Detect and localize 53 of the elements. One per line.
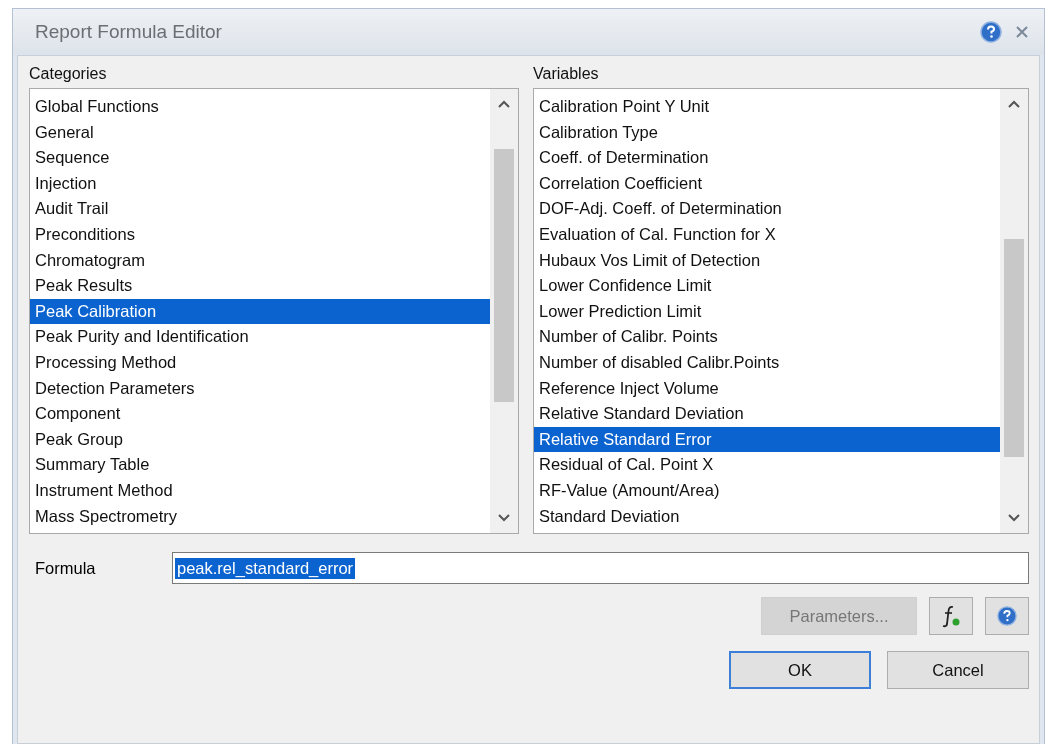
formula-field[interactable]: peak.rel_standard_error: [172, 552, 1029, 584]
list-item[interactable]: Relative Standard Error: [534, 426, 1000, 453]
list-item[interactable]: Evaluation of Cal. Function for X: [534, 221, 1000, 248]
list-item[interactable]: Standard Deviation: [534, 503, 1000, 530]
list-item[interactable]: Lower Prediction Limit: [534, 298, 1000, 325]
list-item[interactable]: Peak Group: [30, 426, 491, 453]
function-button[interactable]: [929, 597, 973, 635]
list-item[interactable]: Peak Purity and Identification: [30, 324, 491, 350]
list-label: Categories: [29, 64, 108, 84]
list-item[interactable]: Sequence: [30, 145, 491, 171]
list-item[interactable]: DOF-Adj. Coeff. of Determination: [534, 196, 1000, 222]
scroll-down-icon[interactable]: [497, 513, 512, 523]
list-item[interactable]: Audit Trail: [30, 196, 491, 222]
scrollbar-thumb[interactable]: [494, 149, 515, 402]
list-item[interactable]: Residual of Cal. Point X: [534, 452, 1000, 478]
list-item[interactable]: Number of disabled Calibr.Points: [534, 349, 1000, 376]
ok-button[interactable]: OK: [729, 651, 871, 689]
list-item[interactable]: Chromatogram: [30, 247, 491, 274]
help-icon: [997, 606, 1017, 626]
list-item[interactable]: Number of Calibr. Points: [534, 324, 1000, 350]
list-item[interactable]: Global Functions: [30, 94, 491, 120]
scroll-up-icon[interactable]: [1007, 99, 1021, 109]
formula-label: Formula: [34, 558, 97, 578]
list-item[interactable]: Reference Inject Volume: [534, 375, 1000, 402]
list-item[interactable]: General: [30, 119, 491, 146]
list-item[interactable]: Relative Standard Deviation: [534, 401, 1000, 427]
list-item[interactable]: Summary Table: [30, 452, 491, 478]
list-item[interactable]: Coeff. of Determination: [534, 145, 1000, 171]
list-label: Variables: [533, 64, 600, 84]
scroll-down-icon[interactable]: [1007, 513, 1021, 523]
list-item[interactable]: Preconditions: [30, 221, 491, 248]
cancel-button[interactable]: Cancel: [887, 651, 1029, 689]
window-title: Report Formula Editor: [35, 21, 223, 43]
list-item[interactable]: Lower Confidence Limit: [534, 273, 1000, 299]
scroll-up-icon[interactable]: [497, 99, 512, 109]
list-item[interactable]: Injection: [30, 170, 491, 197]
list-item[interactable]: Hubaux Vos Limit of Detection: [534, 247, 1000, 274]
list-item[interactable]: Component: [30, 401, 491, 427]
list-item[interactable]: Calibration Type: [534, 119, 1000, 146]
help-icon[interactable]: [980, 21, 1002, 43]
list-item[interactable]: RF-Value (Amount/Area): [534, 477, 1000, 504]
list-item[interactable]: Processing Method: [30, 349, 491, 376]
formula-value: peak.rel_standard_error: [175, 557, 356, 579]
close-icon[interactable]: [1014, 24, 1030, 40]
list-item[interactable]: Peak Results: [30, 273, 491, 299]
list-item[interactable]: Mass Spectrometry: [30, 503, 491, 530]
list-item[interactable]: Calibration Point Y Unit: [534, 94, 1000, 120]
help-button[interactable]: [985, 597, 1029, 635]
list-item[interactable]: Correlation Coefficient: [534, 170, 1000, 197]
list-item[interactable]: Peak Calibration: [30, 298, 491, 325]
list-item[interactable]: Instrument Method: [30, 477, 491, 504]
list-item[interactable]: Detection Parameters: [30, 375, 491, 402]
scrollbar-thumb[interactable]: [1004, 239, 1024, 457]
